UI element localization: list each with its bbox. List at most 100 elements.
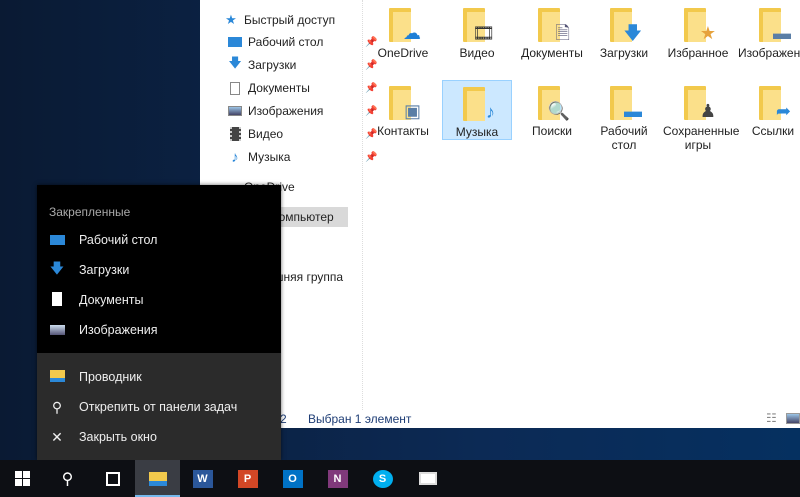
jumplist-label: Открепить от панели задач (79, 400, 238, 414)
jumplist-label: Проводник (79, 370, 142, 384)
search-button[interactable]: ⚲ (45, 460, 90, 497)
search-icon: ⚲ (61, 470, 74, 488)
folder-icon: ★ (680, 6, 716, 44)
folder-icon: ☁ (385, 6, 421, 44)
nav-item-videos[interactable]: Видео 📌 (228, 124, 377, 144)
video-icon: 🎞 (472, 23, 495, 43)
folder-item[interactable]: 🡇 Загрузки (589, 2, 659, 60)
music-icon: ♪ (486, 102, 495, 122)
folder-item[interactable]: 🗎 Документы (517, 2, 587, 60)
large-icons-view-icon[interactable] (786, 413, 800, 424)
task-view-button[interactable] (90, 460, 135, 497)
remote-desktop-taskbar-button[interactable] (405, 460, 450, 497)
nav-label: Видео (248, 127, 284, 141)
folder-label: Изображения (738, 46, 800, 60)
item-count: 2 (280, 412, 287, 426)
monitor-icon (418, 472, 437, 485)
search-icon: 🔍 (547, 101, 570, 121)
folder-item[interactable]: ▬ Изображения (738, 2, 800, 60)
folder-item[interactable]: 🎞 Видео (442, 2, 512, 60)
start-button[interactable] (0, 460, 45, 497)
file-explorer-icon (49, 369, 65, 385)
folder-label: Загрузки (599, 46, 649, 60)
nav-label: Быстрый доступ (244, 13, 336, 27)
folder-icon: 🔍 (534, 84, 570, 122)
link-arrow-icon: ➦ (775, 101, 791, 121)
jumplist-label: Документы (79, 293, 144, 307)
powerpoint-taskbar-button[interactable]: P (225, 460, 270, 497)
skype-taskbar-button[interactable]: S (360, 460, 405, 497)
jumplist-item-desktop[interactable]: Рабочий стол (49, 229, 157, 251)
jump-list: Закрепленные Рабочий стол 🡇 Загрузки Доку… (37, 185, 281, 460)
nav-item-downloads[interactable]: 🡇 Загрузки 📌 (228, 55, 377, 75)
powerpoint-icon: P (237, 469, 258, 488)
folder-icon: ♟ (680, 84, 716, 122)
jumplist-label: Загрузки (79, 263, 130, 277)
star-icon: ★ (225, 12, 237, 27)
folder-label: Видео (459, 46, 495, 60)
folder-item[interactable]: ♪ Музыка (442, 80, 512, 140)
selection-status: Выбран 1 элемент (308, 412, 412, 426)
folder-item[interactable]: 🔍 Поиски (517, 80, 587, 138)
outlook-icon: O (282, 469, 303, 488)
document-icon: 🗎 (555, 23, 570, 43)
download-icon: 🡇 (228, 55, 242, 70)
jumplist-item-pictures[interactable]: Изображения (49, 319, 158, 341)
nav-item-music[interactable]: ♪ Музыка 📌 (228, 147, 377, 167)
folder-icon: ▬ (755, 6, 791, 44)
desktop-icon (49, 232, 65, 248)
nav-item-documents[interactable]: Документы 📌 (228, 78, 377, 98)
jumplist-item-downloads[interactable]: 🡇 Загрузки (49, 259, 130, 281)
image-icon (49, 322, 65, 338)
unpin-item[interactable]: ⚲ Открепить от панели задач (49, 396, 237, 418)
folder-label: Поиски (532, 124, 572, 138)
pin-icon[interactable]: 📌 (365, 60, 377, 71)
image-icon (228, 104, 242, 118)
chess-icon: ♟ (699, 101, 716, 121)
close-icon: ✕ (51, 428, 63, 445)
download-icon: 🡇 (623, 23, 642, 43)
nav-item-desktop[interactable]: Рабочий стол 📌 (228, 32, 377, 52)
unpin-icon: ⚲ (51, 398, 63, 415)
folder-item[interactable]: ➦ Ссылки (738, 80, 800, 138)
nav-quick-access[interactable]: ★ Быстрый доступ (224, 10, 356, 30)
nav-item-pictures[interactable]: Изображения 📌 (228, 101, 377, 121)
taskbar: ⚲ W P O N S (0, 460, 800, 497)
folder-label: Музыка (455, 125, 499, 139)
folder-item[interactable]: ☁ OneDrive (368, 2, 438, 60)
folder-label: OneDrive (377, 46, 429, 60)
folder-item[interactable]: ♟ Сохраненные игры (663, 80, 739, 152)
explorer-window: ★ Быстрый доступ Рабочий стол 📌 🡇 Загрузки 📌… (200, 0, 800, 428)
jumplist-label: Закрыть окно (79, 430, 157, 444)
jumplist-item-documents[interactable]: Документы (49, 289, 143, 311)
close-window-item[interactable]: ✕ Закрыть окно (49, 426, 157, 448)
onenote-taskbar-button[interactable]: N (315, 460, 360, 497)
folder-icon: 🗎 (534, 6, 570, 44)
folder-label: Избранное (667, 46, 729, 60)
file-explorer-taskbar-button[interactable] (135, 460, 180, 497)
jumplist-label: Изображения (79, 323, 158, 337)
contact-icon: ▣ (403, 101, 421, 121)
pin-icon[interactable]: 📌 (365, 152, 377, 163)
task-view-icon (105, 471, 120, 486)
nav-label: Рабочий стол (248, 35, 324, 49)
folder-icon: 🡇 (606, 6, 642, 44)
folder-item[interactable]: ★ Избранное (663, 2, 733, 60)
image-icon: ▬ (773, 23, 791, 43)
folder-item[interactable]: ▬ Рабочий стол (589, 80, 659, 152)
folder-icon: ♪ (459, 85, 495, 123)
open-explorer-item[interactable]: Проводник (49, 366, 142, 388)
folder-item[interactable]: ▣ Контакты (368, 80, 438, 138)
folder-icon: ▬ (606, 84, 642, 122)
word-taskbar-button[interactable]: W (180, 460, 225, 497)
desktop-icon: ▬ (624, 101, 642, 121)
details-view-icon[interactable]: ☷ (766, 411, 777, 425)
windows-logo-icon (15, 471, 30, 486)
music-icon: ♪ (231, 148, 239, 166)
jumplist-label: Рабочий стол (79, 233, 158, 247)
jumplist-tasks: Проводник ⚲ Открепить от панели задач ✕ За… (37, 353, 281, 460)
nav-label: Музыка (248, 150, 291, 164)
outlook-taskbar-button[interactable]: O (270, 460, 315, 497)
document-icon (228, 81, 242, 95)
download-icon: 🡇 (49, 260, 65, 276)
